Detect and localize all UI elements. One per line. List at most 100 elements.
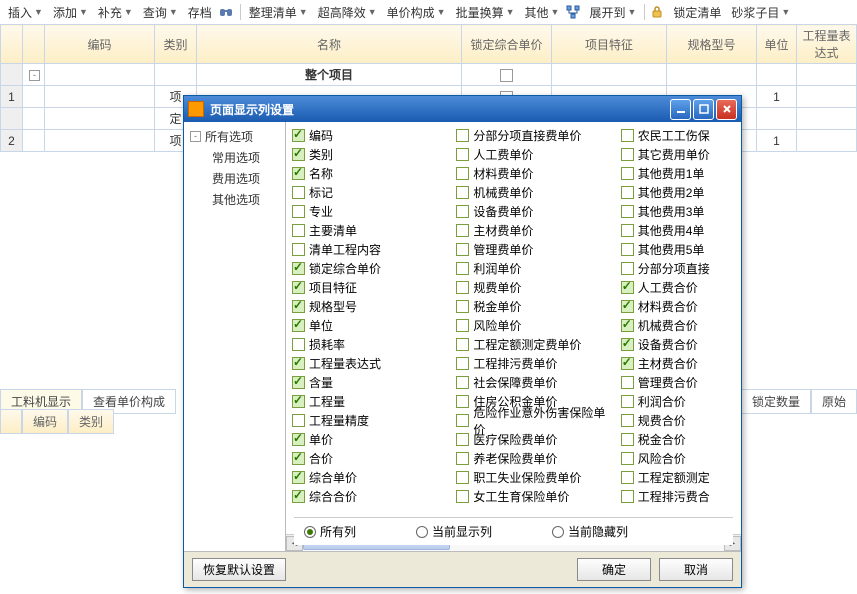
tree-other[interactable]: 其他选项 xyxy=(186,189,283,210)
tree-cell[interactable]: - xyxy=(23,64,45,86)
checkbox-icon[interactable] xyxy=(621,224,634,237)
column-option[interactable]: 其他费用5单 xyxy=(621,240,735,259)
lock-checkbox[interactable] xyxy=(500,69,513,82)
column-option[interactable]: 其他费用4单 xyxy=(621,221,735,240)
tb-expand[interactable]: 展开到▼ xyxy=(585,2,640,23)
checkbox-icon[interactable] xyxy=(456,490,469,503)
checkbox-icon[interactable] xyxy=(456,281,469,294)
checkbox-icon[interactable] xyxy=(292,300,305,313)
checkbox-icon[interactable] xyxy=(292,471,305,484)
column-option[interactable]: 风险合价 xyxy=(621,449,735,468)
checkbox-icon[interactable] xyxy=(292,167,305,180)
tree-common[interactable]: 常用选项 xyxy=(186,147,283,168)
checkbox-icon[interactable] xyxy=(292,452,305,465)
column-option[interactable]: 利润单价 xyxy=(456,259,608,278)
column-option[interactable]: 工程量表达式 xyxy=(292,354,444,373)
cell-unit[interactable] xyxy=(757,64,797,86)
checkbox-icon[interactable] xyxy=(621,243,634,256)
column-option[interactable]: 清单工程内容 xyxy=(292,240,444,259)
column-option[interactable]: 工程排污费合 xyxy=(621,487,735,506)
checkbox-icon[interactable] xyxy=(292,414,305,427)
column-option[interactable]: 单位 xyxy=(292,316,444,335)
cell-code[interactable] xyxy=(45,130,155,152)
cell-expr[interactable] xyxy=(797,64,857,86)
tb-query[interactable]: 查询▼ xyxy=(139,2,182,23)
radio-hidden[interactable]: 当前隐藏列 xyxy=(552,523,628,540)
column-option[interactable]: 机械费合价 xyxy=(621,316,735,335)
checkbox-icon[interactable] xyxy=(292,319,305,332)
checkbox-icon[interactable] xyxy=(456,186,469,199)
cell-expr[interactable] xyxy=(797,86,857,108)
checkbox-icon[interactable] xyxy=(621,357,634,370)
rtab-orig[interactable]: 原始 xyxy=(811,389,857,414)
minimize-button[interactable] xyxy=(670,99,691,120)
col-spec[interactable]: 规格型号 xyxy=(667,25,757,64)
checkbox-icon[interactable] xyxy=(456,338,469,351)
lock-icon[interactable] xyxy=(649,4,665,20)
column-option[interactable]: 工程定额测定费单价 xyxy=(456,335,608,354)
dialog-titlebar[interactable]: 页面显示列设置 xyxy=(184,96,741,122)
checkbox-icon[interactable] xyxy=(621,452,634,465)
checkbox-icon[interactable] xyxy=(456,262,469,275)
column-option[interactable]: 利润合价 xyxy=(621,392,735,411)
column-option[interactable]: 工程排污费单价 xyxy=(456,354,608,373)
tree-cell[interactable] xyxy=(23,130,45,152)
checkbox-icon[interactable] xyxy=(292,433,305,446)
checkbox-icon[interactable] xyxy=(456,224,469,237)
checkbox-icon[interactable] xyxy=(621,148,634,161)
column-option[interactable]: 规格型号 xyxy=(292,297,444,316)
column-option[interactable]: 机械费单价 xyxy=(456,183,608,202)
tree-icon[interactable] xyxy=(565,4,581,20)
checkbox-icon[interactable] xyxy=(292,338,305,351)
cell-unit[interactable] xyxy=(757,108,797,130)
cell-expr[interactable] xyxy=(797,108,857,130)
column-option[interactable]: 职工失业保险费单价 xyxy=(456,468,608,487)
column-option[interactable]: 税金单价 xyxy=(456,297,608,316)
checkbox-icon[interactable] xyxy=(621,319,634,332)
checkbox-icon[interactable] xyxy=(292,395,305,408)
tree-fee[interactable]: 费用选项 xyxy=(186,168,283,189)
checkbox-icon[interactable] xyxy=(621,186,634,199)
column-option[interactable]: 人工费单价 xyxy=(456,145,608,164)
tb-archive[interactable]: 存档 xyxy=(184,2,216,23)
cell-code[interactable] xyxy=(45,64,155,86)
checkbox-icon[interactable] xyxy=(292,186,305,199)
column-option[interactable]: 工程量 xyxy=(292,392,444,411)
checkbox-icon[interactable] xyxy=(456,148,469,161)
col-class[interactable]: 类别 xyxy=(155,25,197,64)
checkbox-icon[interactable] xyxy=(456,319,469,332)
col-expr[interactable]: 工程量表达式 xyxy=(797,25,857,64)
column-option[interactable]: 工程量精度 xyxy=(292,411,444,430)
checkbox-icon[interactable] xyxy=(292,148,305,161)
checkbox-icon[interactable] xyxy=(621,414,634,427)
col-code[interactable]: 编码 xyxy=(45,25,155,64)
checkbox-icon[interactable] xyxy=(292,224,305,237)
checkbox-icon[interactable] xyxy=(621,281,634,294)
checkbox-icon[interactable] xyxy=(456,243,469,256)
bh-class[interactable]: 类别 xyxy=(68,409,114,434)
checkbox-icon[interactable] xyxy=(456,414,469,427)
checkbox-icon[interactable] xyxy=(621,167,634,180)
checkbox-icon[interactable] xyxy=(292,376,305,389)
cell-spec[interactable] xyxy=(667,64,757,86)
checkbox-icon[interactable] xyxy=(456,433,469,446)
column-option[interactable]: 单价 xyxy=(292,430,444,449)
checkbox-icon[interactable] xyxy=(456,395,469,408)
table-row[interactable]: -整个项目 xyxy=(1,64,857,86)
ok-button[interactable]: 确定 xyxy=(577,558,651,581)
tb-supply[interactable]: 补充▼ xyxy=(94,2,137,23)
tb-price[interactable]: 单价构成▼ xyxy=(383,2,450,23)
column-option[interactable]: 其它费用单价 xyxy=(621,145,735,164)
maximize-button[interactable] xyxy=(693,99,714,120)
checkbox-icon[interactable] xyxy=(292,281,305,294)
checkbox-icon[interactable] xyxy=(456,376,469,389)
column-option[interactable]: 分部分项直接费单价 xyxy=(456,126,608,145)
close-button[interactable] xyxy=(716,99,737,120)
checkbox-icon[interactable] xyxy=(456,129,469,142)
column-option[interactable]: 材料费合价 xyxy=(621,297,735,316)
column-option[interactable]: 损耗率 xyxy=(292,335,444,354)
column-option[interactable]: 主材费单价 xyxy=(456,221,608,240)
column-option[interactable]: 标记 xyxy=(292,183,444,202)
tb-insert[interactable]: 插入▼ xyxy=(4,2,47,23)
checkbox-icon[interactable] xyxy=(456,300,469,313)
